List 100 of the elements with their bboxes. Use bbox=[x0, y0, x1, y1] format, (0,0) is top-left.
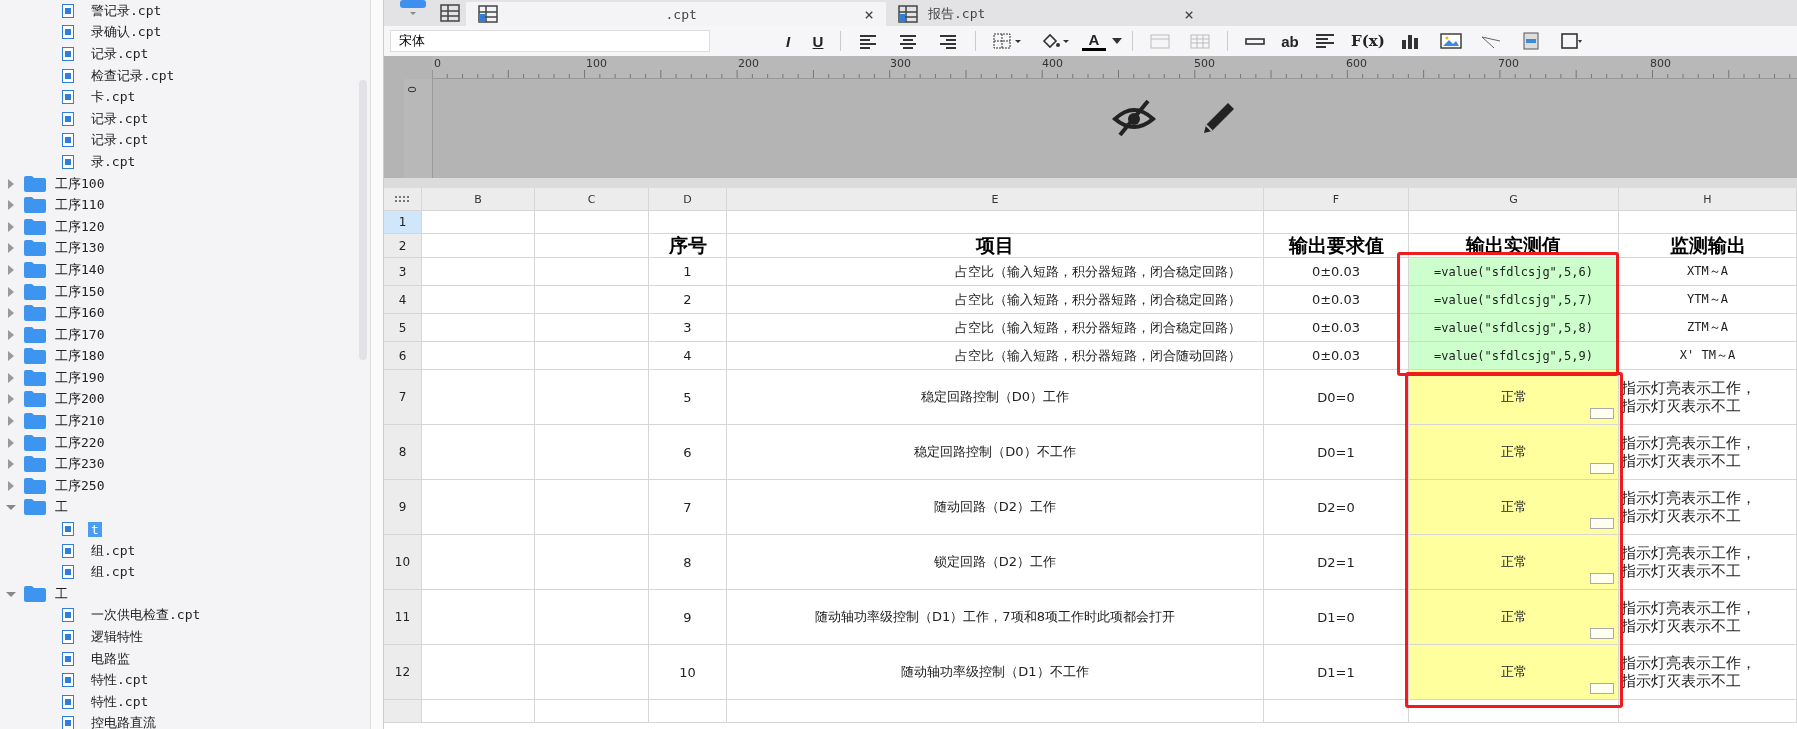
tree-folder[interactable]: 工序150 bbox=[0, 280, 370, 303]
table-cell: 随动轴功率级控制（D1）工作，7项和8项工作时此项都会打开 bbox=[727, 590, 1264, 645]
tree-folder[interactable]: 工 bbox=[0, 583, 370, 605]
table-cell: 占空比（输入短路，积分器短路，闭合稳定回路） bbox=[727, 258, 1264, 286]
column-header[interactable]: D bbox=[649, 188, 727, 211]
table-cell: 随动回路（D2）工作 bbox=[727, 480, 1264, 535]
ruler-mark: 200 bbox=[738, 57, 759, 70]
tree-folder[interactable]: 工序220 bbox=[0, 431, 370, 454]
italic-button[interactable]: I bbox=[776, 29, 800, 53]
tree-folder[interactable]: 工序140 bbox=[0, 259, 370, 281]
tree-folder[interactable]: 工序100 bbox=[0, 172, 370, 195]
font-color-button[interactable]: A bbox=[1082, 31, 1106, 51]
ruler-mark: 400 bbox=[1042, 57, 1063, 70]
row-header[interactable]: 2 bbox=[384, 234, 422, 258]
close-icon[interactable]: × bbox=[1184, 4, 1194, 24]
file-name[interactable]: 控电路直流 bbox=[88, 714, 159, 729]
row-header[interactable]: 4 bbox=[384, 286, 422, 314]
ruler-mark: 0 bbox=[434, 57, 441, 70]
row-header[interactable]: 9 bbox=[384, 480, 422, 535]
table-cell: 8 bbox=[649, 535, 727, 590]
table-cell: =value("sfdlcsjg",5,6) bbox=[1409, 258, 1619, 286]
table-cell: 4 bbox=[649, 342, 727, 370]
table-cell-text: ZTM～A bbox=[1687, 319, 1728, 336]
column-header[interactable]: G bbox=[1409, 188, 1619, 211]
table-cell: 7 bbox=[649, 480, 727, 535]
file-name[interactable]: 一次供电检查.cpt bbox=[88, 606, 204, 625]
tree-folder[interactable]: 工序180 bbox=[0, 345, 370, 368]
table-cell: 3 bbox=[649, 314, 727, 342]
file-name[interactable]: 组.cpt bbox=[88, 541, 139, 560]
row-header[interactable]: 10 bbox=[384, 535, 422, 590]
tree-folder[interactable]: 工序200 bbox=[0, 388, 370, 411]
table-cell: 正常 bbox=[1409, 480, 1619, 535]
ruler-mark: 700 bbox=[1498, 57, 1519, 70]
ruler-mark: 300 bbox=[890, 57, 911, 70]
tree-folder[interactable]: 工序120 bbox=[0, 215, 370, 238]
file-name[interactable]: 录确认.cpt bbox=[88, 23, 165, 42]
tree-folder[interactable]: 工序210 bbox=[0, 410, 370, 432]
row-header[interactable]: 12 bbox=[384, 645, 422, 700]
column-header[interactable]: B bbox=[422, 188, 535, 211]
formula-button[interactable]: F(x) bbox=[1348, 29, 1388, 53]
table-cell: 9 bbox=[649, 590, 727, 645]
tree-folder[interactable]: 工序250 bbox=[0, 475, 370, 497]
file-name[interactable]: 检查记录.cpt bbox=[88, 66, 178, 85]
table-cell-text: 监测输出 bbox=[1669, 232, 1746, 258]
file-tab[interactable]: .cpt × bbox=[466, 2, 886, 26]
underline-button[interactable]: U bbox=[806, 29, 830, 53]
table-cell: =value("sfdlcsjg",5,8) bbox=[1409, 314, 1619, 342]
file-name[interactable]: 录.cpt bbox=[88, 152, 139, 171]
table-cell: 正常 bbox=[1409, 370, 1619, 425]
tree-folder[interactable]: 工 bbox=[0, 496, 370, 519]
table-cell: 正常 bbox=[1409, 425, 1619, 480]
file-name[interactable]: 电路监 bbox=[88, 649, 133, 668]
table-cell: 正常 bbox=[1409, 535, 1619, 590]
table-cell: 6 bbox=[649, 425, 727, 480]
font-field[interactable]: 宋体 bbox=[390, 30, 710, 52]
table-cell: 项目 bbox=[727, 234, 1264, 258]
ruler-mark: 800 bbox=[1650, 57, 1671, 70]
table-cell: 正常 bbox=[1409, 590, 1619, 645]
table-cell: =value("sfdlcsjg",5,9) bbox=[1409, 342, 1619, 370]
file-name[interactable]: 记录.cpt bbox=[88, 109, 152, 128]
column-header[interactable]: E bbox=[727, 188, 1264, 211]
table-cell: 10 bbox=[649, 645, 727, 700]
table-cell: 1 bbox=[649, 258, 727, 286]
column-header[interactable]: C bbox=[535, 188, 649, 211]
tree-folder[interactable]: 工序170 bbox=[0, 323, 370, 346]
row-header[interactable]: 7 bbox=[384, 370, 422, 425]
file-name[interactable]: 组.cpt bbox=[88, 563, 139, 582]
tree-folder[interactable]: 工序130 bbox=[0, 237, 370, 260]
row-header[interactable]: 8 bbox=[384, 425, 422, 480]
file-name[interactable]: 卡.cpt bbox=[88, 88, 139, 107]
table-cell: 稳定回路控制（D0）工作 bbox=[727, 370, 1264, 425]
table-cell: 占空比（输入短路，积分器短路，闭合随动回路） bbox=[727, 342, 1264, 370]
table-cell-text: XTM～A bbox=[1687, 263, 1728, 280]
row-header[interactable]: 3 bbox=[384, 258, 422, 286]
table-cell: 2 bbox=[649, 286, 727, 314]
row-header[interactable]: 5 bbox=[384, 314, 422, 342]
table-cell: =value("sfdlcsjg",5,7) bbox=[1409, 286, 1619, 314]
file-name[interactable]: 警记录.cpt bbox=[88, 1, 165, 20]
file-name[interactable]: 特性.cpt bbox=[88, 692, 152, 711]
table-cell: 锁定回路（D2）工作 bbox=[727, 535, 1264, 590]
file-name[interactable]: 逻辑特性 bbox=[88, 628, 146, 646]
file-name[interactable]: 特性.cpt bbox=[88, 671, 152, 690]
close-icon[interactable]: × bbox=[864, 4, 874, 24]
tree-folder[interactable]: 工序190 bbox=[0, 367, 370, 389]
table-cell-text: YTM～A bbox=[1687, 291, 1728, 308]
table-cell: 5 bbox=[649, 370, 727, 425]
ruler-mark: 500 bbox=[1194, 57, 1215, 70]
file-name[interactable]: 记录.cpt bbox=[88, 45, 152, 63]
tree-folder[interactable]: 工序110 bbox=[0, 194, 370, 216]
table-cell: 稳定回路控制（D0）不工作 bbox=[727, 425, 1264, 480]
tree-folder[interactable]: 工序230 bbox=[0, 453, 370, 476]
row-header[interactable]: 1 bbox=[384, 211, 422, 234]
row-header[interactable]: 6 bbox=[384, 342, 422, 370]
file-name[interactable]: 记录.cpt bbox=[88, 131, 152, 150]
column-header[interactable]: H bbox=[1619, 188, 1797, 211]
column-header[interactable]: F bbox=[1264, 188, 1409, 211]
tree-folder[interactable]: 工序160 bbox=[0, 302, 370, 324]
row-header[interactable]: 11 bbox=[384, 590, 422, 645]
text-button[interactable]: ab bbox=[1278, 29, 1302, 53]
ruler-mark: 0 bbox=[405, 86, 418, 93]
